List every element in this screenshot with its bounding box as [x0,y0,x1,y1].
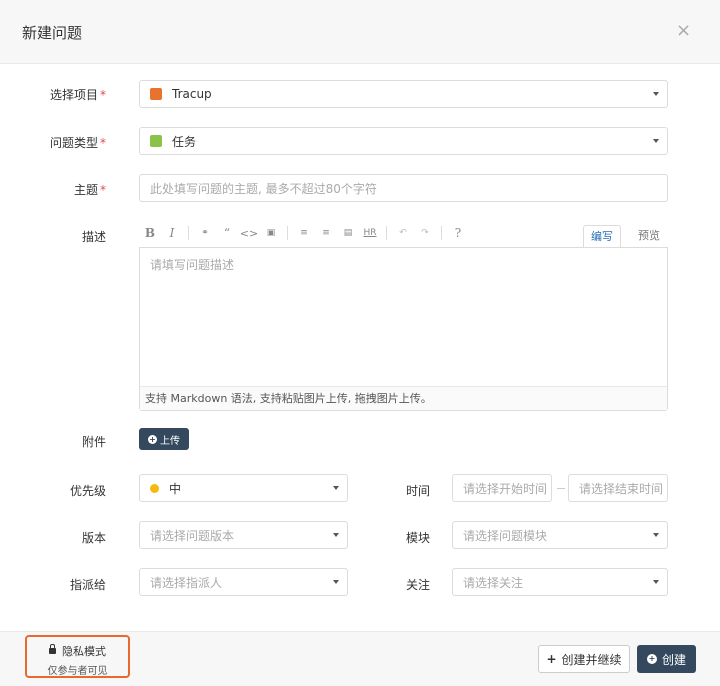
dialog-header: 新建问题 × [0,0,720,64]
end-time-placeholder: 请选择结束时间 [579,481,664,496]
upload-button-label: 上传 [160,435,180,447]
version-label: 版本 [81,531,106,545]
image-icon[interactable]: ▣ [260,228,282,238]
priority-value: 中 [169,481,182,496]
undo-icon[interactable]: ↶ [392,228,414,238]
version-select[interactable]: 请选择问题版本 [139,521,348,549]
create-button[interactable]: + 创建 [637,645,696,673]
privacy-mode-toggle[interactable]: 隐私模式 仅参与者可见 [25,635,130,678]
issue-type-color-swatch [150,135,162,147]
start-time-placeholder: 请选择开始时间 [463,481,548,496]
project-select[interactable]: Tracup [139,80,668,108]
time-range-separator [557,488,565,489]
description-placeholder: 请填写问题描述 [150,258,235,272]
module-select[interactable]: 请选择问题模块 [452,521,668,549]
version-placeholder: 请选择问题版本 [150,528,235,543]
tab-preview[interactable]: 预览 [630,225,668,247]
chevron-down-icon [333,486,339,490]
end-time-input[interactable]: 请选择结束时间 [568,474,668,502]
create-and-continue-button[interactable]: + 创建并继续 [538,645,630,673]
unordered-list-icon[interactable]: ≡ [315,228,337,238]
chevron-down-icon [333,580,339,584]
start-time-input[interactable]: 请选择开始时间 [452,474,552,502]
chevron-down-icon [333,533,339,537]
lock-icon [49,644,56,654]
upload-button[interactable]: + 上传 [139,428,189,450]
toolbar-divider [441,226,442,240]
attachment-label: 附件 [81,435,106,449]
chevron-down-icon [653,92,659,96]
ordered-list-icon[interactable]: ≡ [293,228,315,238]
redo-icon[interactable]: ↷ [414,228,436,238]
assignee-placeholder: 请选择指派人 [150,575,223,590]
hr-icon[interactable]: HR [359,228,381,238]
plus-icon: + [546,652,557,666]
subject-label: 主题 * [73,183,106,197]
editor-hint: 支持 Markdown 语法, 支持粘贴图片上传, 拖拽图片上传。 [140,386,667,410]
project-label: 选择项目 * [49,88,106,102]
help-icon[interactable]: ? [447,226,469,240]
create-and-continue-label: 创建并继续 [561,652,622,667]
italic-icon[interactable]: I [161,226,183,240]
issue-type-label: 问题类型 * [49,136,106,150]
toolbar-divider [386,226,387,240]
chevron-down-icon [653,580,659,584]
follow-select[interactable]: 请选择关注 [452,568,668,596]
tab-write[interactable]: 编写 [583,225,621,247]
table-icon[interactable]: ▤ [337,228,359,238]
assignee-label: 指派给 [69,578,106,592]
close-icon[interactable]: × [676,20,691,41]
toolbar-divider [287,226,288,240]
issue-type-select[interactable]: 任务 [139,127,668,155]
follow-label: 关注 [405,578,430,592]
priority-label: 优先级 [69,484,106,498]
chevron-down-icon [653,533,659,537]
chevron-down-icon [653,139,659,143]
privacy-title: 隐私模式 [62,645,106,658]
priority-dot [150,483,159,493]
subject-input[interactable]: 此处填写问题的主题, 最多不超过80个字符 [139,174,668,202]
project-color-swatch [150,88,162,100]
module-label: 模块 [405,531,430,545]
plus-circle-icon: + [148,434,157,444]
plus-circle-icon: + [646,654,657,664]
module-placeholder: 请选择问题模块 [463,528,548,543]
create-button-label: 创建 [661,652,686,667]
follow-placeholder: 请选择关注 [463,575,524,590]
markdown-toolbar: B I ⚭ “ <> ▣ ≡ ≡ ▤ HR ↶ ↷ ? [139,222,579,244]
description-editor[interactable]: 请填写问题描述 支持 Markdown 语法, 支持粘贴图片上传, 拖拽图片上传… [139,247,668,411]
bold-icon[interactable]: B [139,226,161,240]
toolbar-divider [188,226,189,240]
code-icon[interactable]: <> [238,227,260,240]
time-label: 时间 [405,484,430,498]
project-value: Tracup [172,87,212,101]
description-label: 描述 [81,230,106,244]
issue-type-value: 任务 [172,134,197,149]
priority-select[interactable]: 中 [139,474,348,502]
link-icon[interactable]: ⚭ [194,228,216,238]
quote-icon[interactable]: “ [216,226,238,240]
dialog-title: 新建问题 [22,24,83,42]
assignee-select[interactable]: 请选择指派人 [139,568,348,596]
subject-placeholder: 此处填写问题的主题, 最多不超过80个字符 [150,181,377,196]
privacy-subtitle: 仅参与者可见 [47,666,108,677]
